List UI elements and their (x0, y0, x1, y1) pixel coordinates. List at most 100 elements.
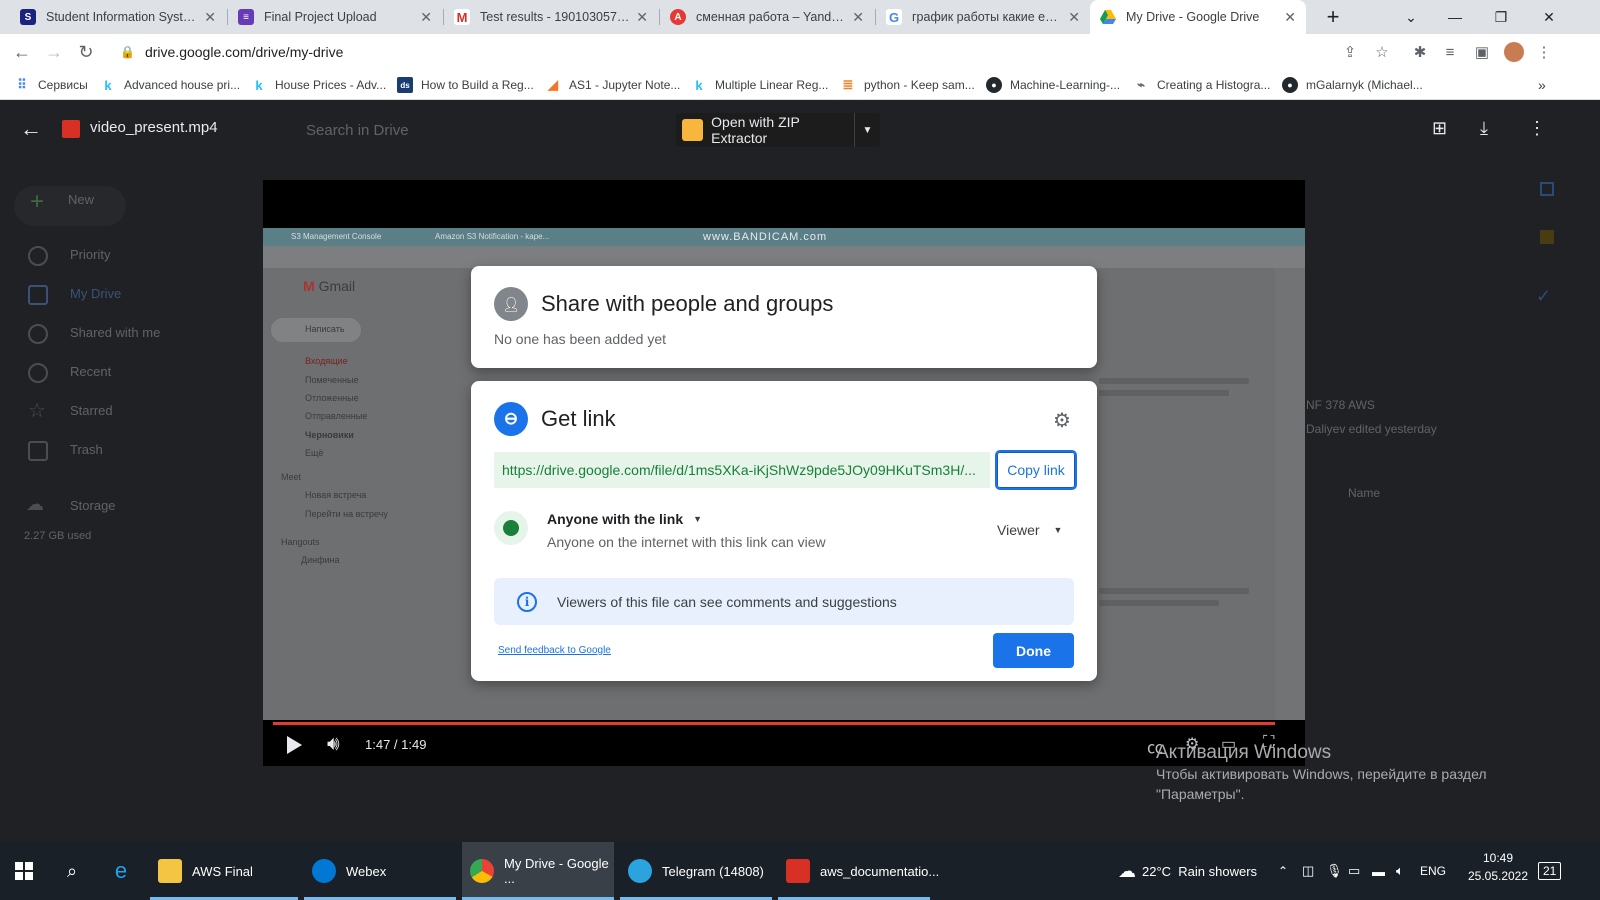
notifications-button[interactable]: 21 (1538, 842, 1562, 900)
taskbar-app-chrome[interactable]: My Drive - Google ... (462, 842, 614, 900)
menu-kebab-icon[interactable]: ⋮ (1534, 42, 1554, 62)
bookmark-label: Сервисы (38, 78, 88, 92)
tab-my-drive[interactable]: My Drive - Google Drive ✕ (1090, 0, 1306, 34)
recorded-sidebar-item: Динфина (301, 555, 340, 565)
gear-icon[interactable]: ⚙ (1051, 409, 1073, 432)
info-text: Viewers of this file can see comments an… (557, 593, 897, 610)
access-dropdown[interactable]: Anyone with the link ▼ (547, 511, 702, 527)
bookmark-multiple-linear[interactable]: k Multiple Linear Reg... (691, 76, 828, 94)
done-label: Done (1016, 642, 1051, 659)
activation-title: Активация Windows (1156, 742, 1332, 763)
done-button[interactable]: Done (993, 633, 1074, 668)
language-indicator[interactable]: ENG (1420, 842, 1446, 900)
speaker-icon[interactable]: 🔈︎ (1396, 842, 1404, 900)
bookmark-services[interactable]: ⠿ Сервисы (14, 76, 88, 94)
tab-title: My Drive - Google Drive (1126, 10, 1260, 24)
send-feedback-link[interactable]: Send feedback to Google (498, 645, 611, 656)
github-icon: ● (986, 77, 1002, 93)
info-icon: i (517, 591, 537, 612)
recorded-gmail-logo: M Gmail (303, 278, 356, 294)
add-to-drive-icon[interactable]: ⊞ (1432, 118, 1447, 139)
taskbar-app-aws-final[interactable]: AWS Final (150, 842, 298, 900)
kaggle-icon: k (104, 77, 112, 93)
tab-google-search[interactable]: G график работы какие есть - ✕ (876, 0, 1090, 34)
bookmark-mgalarnyk[interactable]: ● mGalarnyk (Michael... (1282, 76, 1423, 94)
omnibox[interactable]: 🔒 drive.google.com/drive/my-drive (108, 38, 1408, 66)
back-arrow-icon[interactable]: ← (20, 116, 42, 142)
open-with-button[interactable]: Open with ZIP Extractor ▼ (676, 113, 880, 147)
nav-starred: Starred (70, 403, 113, 418)
side-panel-icon[interactable]: ▣ (1472, 42, 1492, 62)
weather-text: 22°C Rain showers (1142, 863, 1258, 879)
taskbar-app-webex[interactable]: Webex (304, 842, 456, 900)
back-icon[interactable]: ← (10, 40, 34, 64)
volume-icon[interactable]: 🔊︎ (327, 733, 340, 756)
link-url-field[interactable]: https://drive.google.com/file/d/1ms5XKa-… (494, 452, 990, 488)
profile-avatar-icon[interactable] (1504, 42, 1524, 62)
bookmark-house-prices[interactable]: k House Prices - Adv... (251, 76, 386, 94)
bookmark-python-keep[interactable]: ≣ python - Keep sam... (840, 76, 975, 94)
bookmark-machine-learning[interactable]: ● Machine-Learning-... (986, 76, 1120, 94)
show-hidden-icons[interactable]: ⌃ (1278, 842, 1288, 900)
clock-time: 10:49 (1482, 851, 1514, 865)
close-icon[interactable]: ✕ (852, 9, 864, 26)
bookmark-star-icon[interactable]: ☆ (1372, 42, 1392, 62)
tab-search-icon[interactable]: ⌄ (1388, 0, 1434, 34)
search-icon[interactable]: ⌕ (60, 842, 84, 900)
start-button[interactable] (10, 842, 38, 900)
role-dropdown[interactable]: Viewer ▼ (997, 522, 1062, 538)
storage-used: 2.27 GB used (24, 530, 92, 542)
close-icon[interactable]: ✕ (420, 9, 432, 26)
copy-link-button[interactable]: Copy link (995, 450, 1077, 490)
internet-explorer-icon[interactable]: e (108, 842, 134, 900)
restore-icon[interactable]: ❐ (1478, 0, 1524, 34)
bookmark-how-to-build[interactable]: ds How to Build a Reg... (397, 76, 534, 94)
extensions-icon[interactable]: ✱ (1410, 42, 1430, 62)
close-icon[interactable]: ✕ (204, 9, 216, 26)
sis-icon: S (20, 9, 36, 25)
close-window-icon[interactable]: ✕ (1526, 0, 1572, 34)
tab-yandex-translate[interactable]: A сменная работа – Yandex Tra ✕ (660, 0, 874, 34)
new-tab-button[interactable]: + (1310, 0, 1356, 34)
weather-widget[interactable]: ☁ 22°C Rain showers (1118, 842, 1257, 900)
windows-activation-watermark: Активация Windows Чтобы активировать Win… (1156, 742, 1487, 804)
bookmark-advanced-house[interactable]: k Advanced house pri... (100, 76, 240, 94)
download-icon[interactable]: ⤓ (1480, 118, 1488, 139)
share-dialog-subtitle[interactable]: No one has been added yet (494, 331, 666, 347)
battery-icon[interactable]: ▬ (1372, 842, 1385, 900)
more-actions-icon[interactable]: ⋮ (1528, 118, 1546, 139)
taskbar-app-label: Webex (346, 863, 387, 879)
close-icon[interactable]: ✕ (1068, 9, 1080, 26)
tab-test-results[interactable]: M Test results - 190103057@stu ✕ (444, 0, 658, 34)
url-text[interactable]: drive.google.com/drive/my-drive (145, 44, 343, 60)
meet-now-icon[interactable]: ◫ (1302, 842, 1314, 900)
reload-icon[interactable]: ↻ (74, 40, 98, 64)
taskbar-app-pdf[interactable]: aws_documentatio... (778, 842, 939, 900)
recorded-tab: Amazon S3 Notification - kape... (435, 232, 550, 241)
ds-icon: ds (397, 77, 413, 93)
tab-final-project-upload[interactable]: ≡ Final Project Upload ✕ (228, 0, 442, 34)
open-with-dropdown-icon[interactable]: ▼ (855, 125, 880, 136)
viewer-toolbar: ← video_present.mp4 Open with ZIP Extrac… (0, 104, 1600, 156)
close-icon[interactable]: ✕ (636, 9, 648, 26)
tasks-icon: ✓ (1536, 286, 1552, 306)
recorded-sidebar-item: Новая встреча (305, 490, 367, 500)
recorded-sidebar-item: Входящие (305, 356, 348, 366)
minimize-icon[interactable]: — (1432, 0, 1478, 34)
bookmark-creating-histogram[interactable]: ⌁ Creating a Histogra... (1133, 76, 1270, 94)
play-icon[interactable] (287, 736, 302, 754)
network-icon[interactable]: ▭ (1348, 842, 1360, 900)
more-bookmarks-button[interactable]: » (1538, 76, 1546, 94)
forward-icon[interactable]: → (42, 40, 66, 64)
get-link-title: Get link (541, 406, 616, 431)
bookmark-label: mGalarnyk (Michael... (1306, 78, 1423, 92)
system-clock[interactable]: 10:49 25.05.2022 (1462, 849, 1534, 885)
close-icon[interactable]: ✕ (1284, 9, 1296, 26)
microphone-icon[interactable]: 🎙︎ (1326, 842, 1343, 900)
share-icon[interactable]: ⇪ (1340, 42, 1360, 62)
reading-list-icon[interactable]: ≡ (1440, 42, 1460, 62)
taskbar-app-telegram[interactable]: Telegram (14808) (620, 842, 772, 900)
tab-student-information-system[interactable]: S Student Information System ✕ (10, 0, 226, 34)
bookmark-jupyter[interactable]: ◢ AS1 - Jupyter Note... (545, 76, 680, 94)
video-progress-bar[interactable] (273, 722, 1275, 725)
